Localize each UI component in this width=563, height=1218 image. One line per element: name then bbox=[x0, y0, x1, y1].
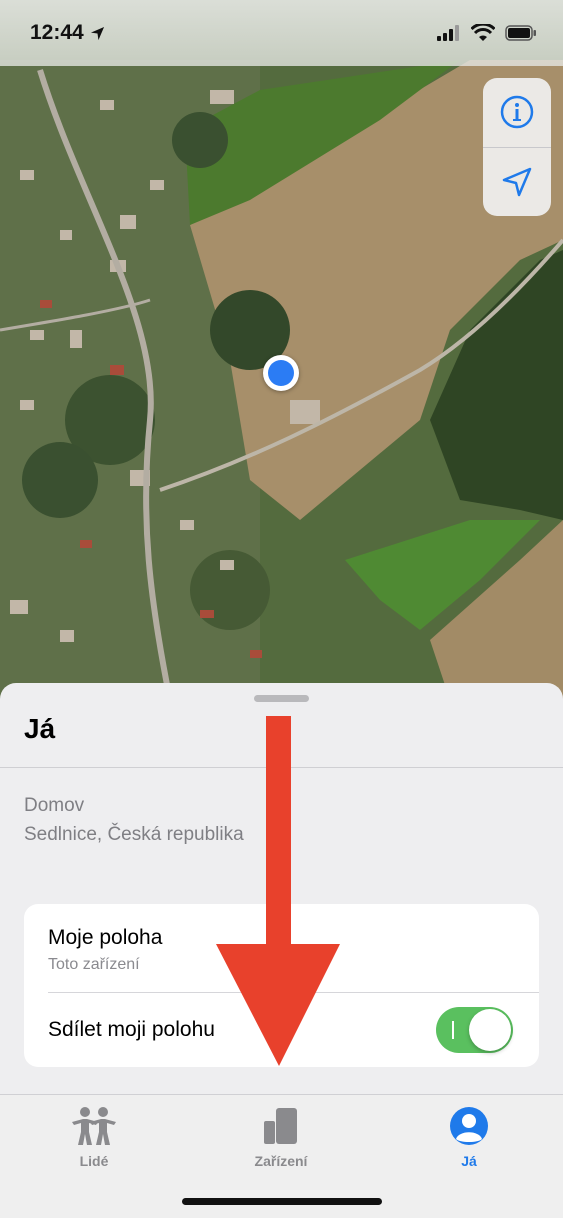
tab-bar: Lidé Zařízení Já bbox=[0, 1094, 563, 1218]
map-controls bbox=[483, 78, 551, 216]
user-location-dot[interactable] bbox=[263, 355, 299, 391]
share-location-toggle[interactable] bbox=[436, 1007, 513, 1053]
tab-devices-label: Zařízení bbox=[254, 1153, 308, 1169]
my-location-title[interactable]: Moje poloha bbox=[48, 926, 162, 950]
map-view[interactable] bbox=[0, 0, 563, 700]
info-icon bbox=[500, 96, 534, 129]
location-label: Domov bbox=[24, 795, 85, 816]
satellite-map bbox=[0, 0, 563, 700]
tab-people-label: Lidé bbox=[79, 1153, 109, 1169]
people-icon bbox=[72, 1107, 116, 1145]
cellular-signal-icon bbox=[437, 25, 459, 41]
person-icon bbox=[450, 1107, 488, 1145]
status-bar: 12:44 bbox=[0, 0, 563, 66]
location-value: Sedlnice, Česká republika bbox=[24, 824, 244, 845]
location-arrow-icon bbox=[502, 167, 532, 196]
sheet-title: Já bbox=[24, 713, 56, 744]
tab-me[interactable]: Já bbox=[409, 1103, 529, 1169]
my-location-subtitle: Toto zařízení bbox=[48, 956, 140, 973]
clock: 12:44 bbox=[30, 21, 105, 45]
sheet-divider bbox=[0, 767, 563, 768]
tab-people[interactable]: Lidé bbox=[34, 1103, 154, 1169]
devices-icon bbox=[264, 1108, 297, 1144]
wifi-icon bbox=[471, 24, 495, 41]
location-settings-card: Moje poloha Toto zařízení Sdílet moji po… bbox=[24, 904, 539, 1067]
map-info-button[interactable] bbox=[483, 78, 551, 147]
card-divider bbox=[48, 992, 539, 993]
clock-time: 12:44 bbox=[30, 21, 84, 44]
toggle-on-indicator bbox=[452, 1021, 454, 1039]
share-location-label: Sdílet moji polohu bbox=[48, 1018, 215, 1041]
sheet-grabber[interactable] bbox=[254, 695, 309, 702]
track-location-button[interactable] bbox=[483, 148, 551, 217]
battery-icon bbox=[505, 25, 536, 41]
location-arrow-icon bbox=[90, 26, 104, 40]
tab-me-label: Já bbox=[461, 1153, 477, 1169]
toggle-knob bbox=[469, 1009, 511, 1051]
tab-devices[interactable]: Zařízení bbox=[221, 1103, 341, 1169]
home-indicator bbox=[182, 1198, 382, 1205]
